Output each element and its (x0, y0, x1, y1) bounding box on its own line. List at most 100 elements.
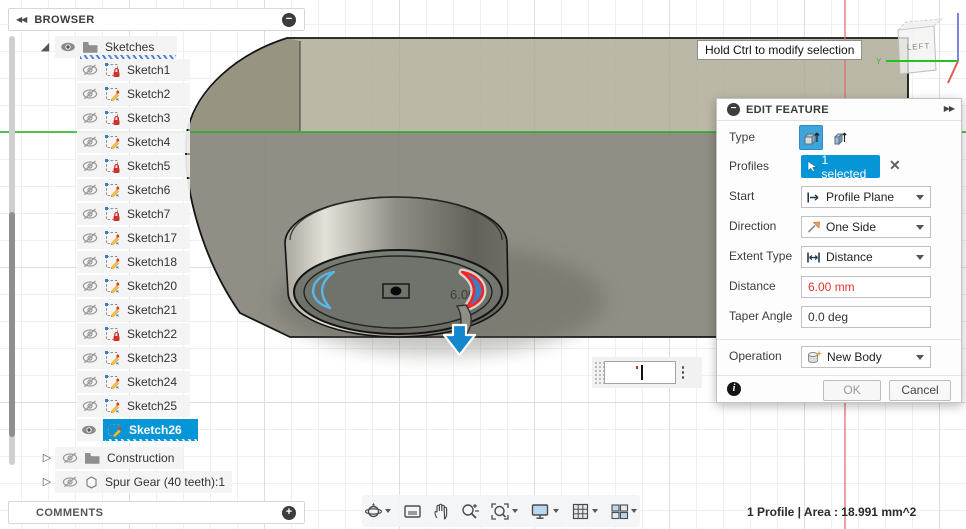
profiles-selected-count: 1 selected (821, 152, 867, 181)
dialog-collapse-icon[interactable]: ▶▶ (944, 104, 955, 113)
lock-badge-icon (105, 327, 120, 341)
look-at-button[interactable] (400, 501, 425, 522)
visibility-eye-off-icon[interactable] (82, 88, 98, 100)
orbit-button[interactable] (361, 500, 396, 523)
cylindrical-boss[interactable] (284, 196, 509, 338)
visibility-eye-off-icon[interactable] (82, 160, 98, 172)
sketch-row-sketch26[interactable]: Sketch26 (103, 419, 198, 441)
direction-row: Direction One Side (717, 216, 961, 238)
selection-status: 1 Profile | Area : 18.991 mm^2 (747, 505, 917, 519)
sketch-row-sketch20[interactable]: Sketch20 (77, 275, 190, 297)
fit-button[interactable] (487, 500, 523, 523)
visibility-eye-off-icon[interactable] (82, 112, 98, 124)
input-drag-handle-icon[interactable] (594, 360, 604, 385)
chevron-down-icon[interactable] (511, 509, 518, 513)
visibility-eye-off-icon[interactable] (82, 256, 98, 268)
extrude-thin-icon[interactable] (828, 125, 852, 150)
sketch-row-sketch4[interactable]: Sketch4 (77, 131, 190, 153)
inline-distance-input[interactable] (604, 361, 676, 384)
component-icon (86, 475, 97, 489)
visibility-eye-off-icon[interactable] (82, 304, 98, 316)
ok-button[interactable]: OK (823, 380, 881, 401)
display-settings-button[interactable] (527, 500, 564, 523)
expand-triangle-icon[interactable]: ▷ (40, 475, 54, 488)
distance-input[interactable]: 6.00 mm (801, 276, 931, 298)
construction-folder-row[interactable]: Construction (55, 447, 183, 469)
chevron-down-icon[interactable] (552, 509, 559, 513)
browser-scrollbar-track[interactable] (9, 36, 15, 465)
visibility-eye-off-icon[interactable] (82, 280, 98, 292)
sketch-row-sketch1[interactable]: Sketch1 (77, 59, 190, 81)
chevron-down-icon[interactable] (591, 509, 598, 513)
pan-icon (433, 503, 447, 520)
visibility-eye-off-icon[interactable] (62, 476, 78, 488)
navigation-toolbar (362, 495, 640, 527)
zoom-button[interactable] (457, 500, 483, 523)
sketch-label: Sketch6 (127, 183, 171, 197)
visibility-eye-off-icon[interactable] (82, 376, 98, 388)
chevron-down-icon[interactable] (630, 509, 637, 513)
browser-minimize-icon[interactable]: − (282, 13, 296, 27)
sketch-row-sketch23[interactable]: Sketch23 (77, 347, 190, 369)
profiles-selected-button[interactable]: 1 selected (801, 152, 880, 181)
spur-gear-component-row[interactable]: Spur Gear (40 teeth):1 (55, 471, 232, 493)
expand-triangle-icon[interactable]: ◢ (38, 40, 52, 53)
pencil-badge-icon (105, 255, 120, 270)
direction-dropdown[interactable]: One Side (801, 216, 931, 238)
viewports-button[interactable] (607, 501, 642, 522)
visibility-eye-off-icon[interactable] (82, 352, 98, 364)
sketch-row-sketch25[interactable]: Sketch25 (77, 395, 190, 417)
visibility-eye-off-icon[interactable] (62, 452, 78, 464)
cancel-button[interactable]: Cancel (889, 380, 951, 401)
sketch-label: Sketch21 (127, 303, 178, 317)
visibility-eye-off-icon[interactable] (82, 328, 98, 340)
sketch-row-sketch24[interactable]: Sketch24 (77, 371, 190, 393)
sketch-row-sketch22[interactable]: Sketch22 (77, 323, 190, 345)
visibility-eye-off-icon[interactable] (82, 184, 98, 196)
sketch-row-sketch21[interactable]: Sketch21 (77, 299, 190, 321)
info-icon[interactable]: i (727, 382, 741, 396)
expand-triangle-icon[interactable]: ▷ (40, 451, 54, 464)
chevron-down-icon[interactable] (384, 509, 391, 513)
sketch-row-sketch18[interactable]: Sketch18 (77, 251, 190, 273)
start-dropdown[interactable]: Profile Plane (801, 186, 931, 208)
taper-angle-input[interactable]: 0.0 deg (801, 306, 931, 328)
sketch-row-sketch17[interactable]: Sketch17 (77, 227, 190, 249)
visibility-eye-off-icon[interactable] (82, 232, 98, 244)
lock-badge-icon (105, 63, 120, 77)
lock-badge-icon (105, 207, 120, 221)
visibility-eye-off-icon[interactable] (82, 64, 98, 76)
visibility-eye-icon[interactable] (60, 41, 76, 53)
clear-selection-icon[interactable]: ✕ (889, 157, 901, 174)
sketch-row-sketch3[interactable]: Sketch3 (77, 107, 190, 129)
start-label: Start (729, 189, 755, 203)
visibility-eye-off-icon[interactable] (82, 400, 98, 412)
sketch-row-sketch7[interactable]: Sketch7 (77, 203, 190, 225)
chevron-down-icon (916, 354, 924, 360)
extent-type-dropdown[interactable]: Distance (801, 246, 931, 268)
sketch-row-sketch5[interactable]: Sketch5 (77, 155, 190, 177)
comments-add-icon[interactable]: + (282, 506, 296, 520)
browser-scrollbar-thumb[interactable] (9, 212, 15, 437)
extrude-solid-icon[interactable] (799, 125, 823, 150)
browser-panel-header[interactable]: ◀◀ BROWSER − (8, 8, 305, 31)
sketch-row-sketch6[interactable]: Sketch6 (77, 179, 190, 201)
dialog-header[interactable]: − EDIT FEATURE ▶▶ (717, 99, 961, 121)
visibility-eye-off-icon[interactable] (82, 208, 98, 220)
visibility-eye-off-icon[interactable] (82, 136, 98, 148)
comments-panel-header[interactable]: COMMENTS + (8, 501, 305, 524)
sketch-label: Sketch25 (127, 399, 178, 413)
grid-snaps-button[interactable] (568, 500, 603, 523)
direction-value: One Side (826, 220, 877, 234)
pan-button[interactable] (429, 500, 453, 523)
operation-dropdown[interactable]: New Body (801, 346, 931, 368)
sketch-row-sketch2[interactable]: Sketch2 (77, 83, 190, 105)
visibility-eye-icon[interactable] (77, 419, 101, 441)
input-options-icon[interactable] (676, 366, 690, 379)
profiles-row: Profiles 1 selected ✕ (717, 152, 961, 181)
profile-plane-icon (807, 192, 819, 202)
text-caret (641, 365, 643, 380)
panel-collapse-icon[interactable]: ◀◀ (16, 15, 27, 24)
dialog-minimize-icon[interactable]: − (727, 103, 740, 116)
type-row: Type (717, 125, 961, 150)
